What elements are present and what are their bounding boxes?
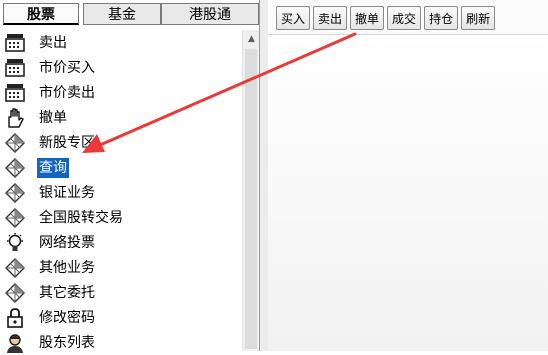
scroll-thumb[interactable]: [245, 49, 257, 349]
right-panel: 买入 卖出 撤单 成交 持仓 刷新: [260, 0, 548, 351]
menu-item-other-business[interactable]: 其他业务: [0, 255, 242, 280]
tab-stocks[interactable]: 股票: [3, 3, 79, 25]
positions-button[interactable]: 持仓: [424, 6, 459, 30]
menu-item-label: 股东列表: [39, 334, 95, 351]
diamond-icon: [4, 157, 28, 179]
menu-item-label: 银证业务: [39, 184, 95, 201]
menu-item-neeq-trading[interactable]: 全国股转交易: [0, 205, 242, 230]
vertical-scrollbar[interactable]: ▲: [242, 30, 259, 351]
menu-item-label: 撤单: [39, 109, 67, 126]
menu-item-ipo-zone[interactable]: 新股专区: [0, 130, 242, 155]
diamond-icon: [4, 257, 28, 279]
tab-funds[interactable]: 基金: [83, 3, 161, 25]
filled-orders-button[interactable]: 成交: [387, 6, 422, 30]
menu-item-query[interactable]: 查询: [0, 155, 242, 180]
diamond-icon: [4, 282, 28, 304]
cancel-order-button[interactable]: 撤单: [350, 6, 385, 30]
menu-item-label: 新股专区: [39, 134, 95, 151]
lock-icon: [4, 307, 28, 329]
menu-item-label: 其他业务: [39, 259, 95, 276]
menu-item-label: 市价卖出: [39, 84, 95, 101]
left-panel: 股票 基金 港股通 卖出 市价买入 市价卖出 撤单 新股专区 查询 银证业务 全…: [0, 0, 260, 353]
function-menu: 卖出 市价买入 市价卖出 撤单 新股专区 查询 银证业务 全国股转交易 网络投票…: [0, 30, 242, 355]
menu-item-shareholder-list[interactable]: 股东列表: [0, 330, 242, 355]
menu-item-market-sell[interactable]: 市价卖出: [0, 80, 242, 105]
diamond-icon: [4, 207, 28, 229]
menu-item-label: 市价买入: [39, 59, 95, 76]
scroll-up-arrow-icon[interactable]: ▲: [243, 30, 260, 47]
menu-item-other-orders[interactable]: 其它委托: [0, 280, 242, 305]
tab-bar: 股票 基金 港股通: [3, 3, 259, 25]
refresh-button[interactable]: 刷新: [461, 6, 496, 30]
menu-item-label: 其它委托: [39, 284, 95, 301]
diamond-icon: [4, 182, 28, 204]
diamond-icon: [4, 132, 28, 154]
content-area: [268, 35, 548, 351]
menu-item-online-voting[interactable]: 网络投票: [0, 230, 242, 255]
menu-item-label: 网络投票: [39, 234, 95, 251]
hand-icon: [4, 107, 28, 129]
menu-item-label: 查询: [37, 157, 69, 178]
person-icon: [4, 332, 28, 354]
cash-register-icon: [4, 32, 28, 54]
menu-item-label: 卖出: [39, 34, 67, 51]
cash-register-icon: [4, 57, 28, 79]
tab-hk-connect[interactable]: 港股通: [161, 3, 259, 25]
menu-item-market-buy[interactable]: 市价买入: [0, 55, 242, 80]
menu-item-label: 全国股转交易: [39, 209, 123, 226]
menu-item-sell[interactable]: 卖出: [0, 30, 242, 55]
buy-button[interactable]: 买入: [276, 6, 311, 30]
menu-item-label: 修改密码: [39, 309, 95, 326]
lightbulb-icon: [4, 232, 28, 254]
menu-item-change-password[interactable]: 修改密码: [0, 305, 242, 330]
menu-item-cancel-order[interactable]: 撤单: [0, 105, 242, 130]
cash-register-icon: [4, 82, 28, 104]
menu-item-bank-securities[interactable]: 银证业务: [0, 180, 242, 205]
sell-button[interactable]: 卖出: [313, 6, 348, 30]
toolbar: 买入 卖出 撤单 成交 持仓 刷新: [276, 6, 498, 30]
